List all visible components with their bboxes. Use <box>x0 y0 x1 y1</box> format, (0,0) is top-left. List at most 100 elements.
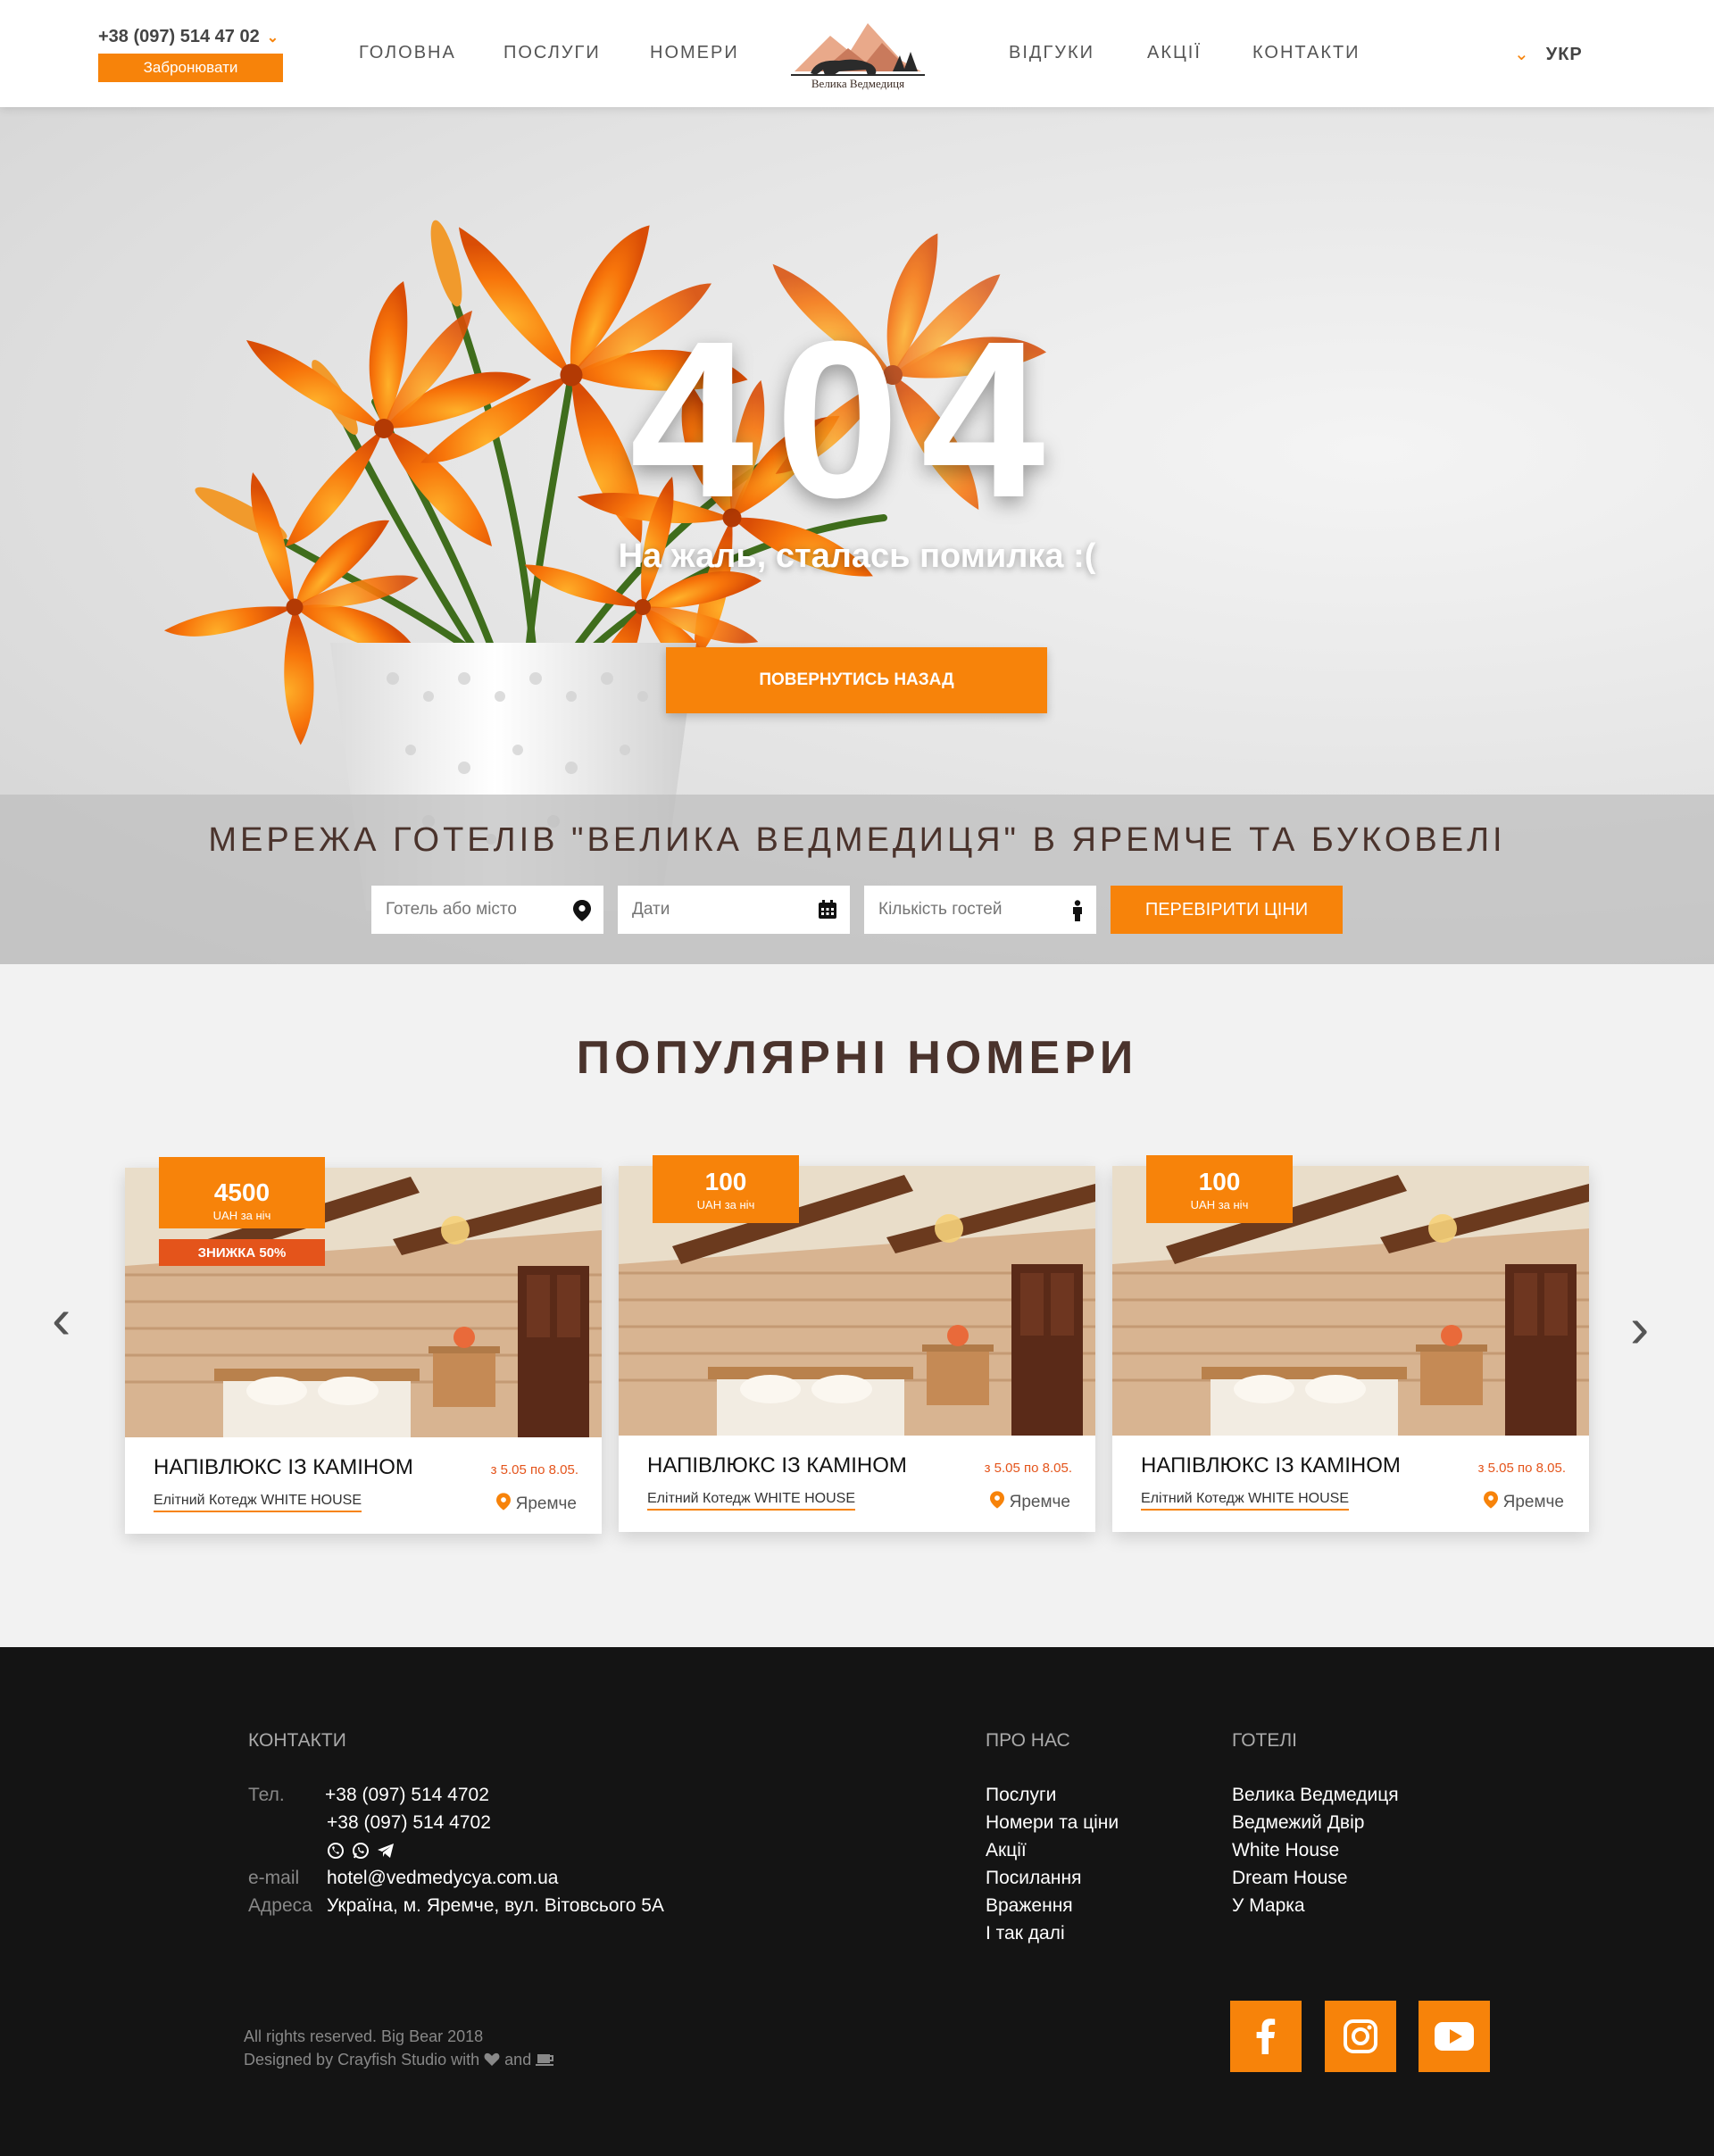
viber-icon[interactable] <box>327 1842 345 1860</box>
footer-hotel-link[interactable]: Ведмежий Двір <box>1232 1812 1364 1834</box>
price-unit: UAH за ніч <box>212 1209 271 1222</box>
heart-icon <box>484 2052 500 2066</box>
about-heading: ПРО НАС <box>986 1730 1070 1751</box>
dates-input[interactable] <box>632 900 811 920</box>
price-unit: UAH за ніч <box>696 1198 755 1211</box>
error-code: 404 <box>629 295 1067 544</box>
tel-label: Тел. <box>248 1785 285 1805</box>
footer-link-more[interactable]: І так далі <box>986 1923 1065 1944</box>
phone-link-1[interactable]: +38 (097) 514 4702 <box>325 1785 489 1806</box>
designed-by: Designed by Crayfish Studio with and <box>244 2051 555 2069</box>
phone-link-2[interactable]: +38 (097) 514 4702 <box>327 1812 491 1834</box>
guests-field <box>864 886 1096 934</box>
email-link[interactable]: hotel@vedmedycya.com.ua <box>327 1868 558 1889</box>
hotels-heading: ГОТЕЛІ <box>1232 1730 1297 1751</box>
chevron-down-icon: ⌄ <box>1514 45 1530 64</box>
room-location: Яремче <box>1483 1491 1564 1512</box>
price-tag: 100 UAH за ніч <box>653 1155 799 1223</box>
room-location: Яремче <box>495 1493 577 1514</box>
instagram-icon <box>1344 2019 1377 2053</box>
nav-services[interactable]: Послуги <box>503 43 601 63</box>
contacts-heading: КОНТАКТИ <box>248 1730 346 1751</box>
price-tag: 4500 UAH за ніч <box>159 1157 325 1228</box>
guests-input[interactable] <box>878 900 1057 920</box>
footer-link-links[interactable]: Посилання <box>986 1868 1082 1889</box>
youtube-button[interactable] <box>1419 2001 1490 2072</box>
carousel-prev-icon[interactable]: ‹ <box>52 1286 71 1352</box>
facebook-button[interactable] <box>1230 2001 1302 2072</box>
footer-link-services[interactable]: Послуги <box>986 1785 1056 1806</box>
price-tag: 100 UAH за ніч <box>1146 1155 1293 1223</box>
instagram-button[interactable] <box>1325 2001 1396 2072</box>
map-pin-icon <box>1483 1491 1498 1509</box>
phone-selector[interactable]: +38 (097) 514 47 02 ⌄ <box>98 27 279 47</box>
carousel-next-icon[interactable]: › <box>1630 1294 1649 1361</box>
calendar-icon <box>819 900 836 919</box>
footer-hotel-link[interactable]: У Марка <box>1232 1895 1305 1917</box>
nav-reviews[interactable]: Відгуки <box>1009 43 1094 63</box>
footer-hotel-link[interactable]: Велика Ведмедиця <box>1232 1785 1399 1806</box>
book-button[interactable]: Забронювати <box>98 54 283 82</box>
footer-hotel-link[interactable]: Dream House <box>1232 1868 1348 1889</box>
footer-link-promotions[interactable]: Акції <box>986 1840 1027 1861</box>
hotel-field <box>371 886 603 934</box>
room-card[interactable]: 100 UAH за ніч НАПІВЛЮКС ІЗ КАМІНОМ з 5.… <box>619 1155 1095 1532</box>
logo-text: Велика Ведмедиця <box>811 77 905 90</box>
error-message: На жаль, сталась помилка :( <box>618 537 1096 575</box>
site-header: +38 (097) 514 47 02 ⌄ Забронювати Головна… <box>0 0 1714 107</box>
map-pin-icon <box>989 1491 1004 1509</box>
messenger-icons <box>327 1842 395 1860</box>
copyright: All rights reserved. Big Bear 2018 <box>244 2027 484 2045</box>
logo[interactable]: Велика Ведмедиця <box>786 16 930 95</box>
city-label: Яремче <box>1009 1493 1070 1511</box>
room-dates: з 5.05 по 8.05. <box>1477 1461 1566 1476</box>
coffee-icon <box>536 2054 554 2066</box>
price-unit: UAH за ніч <box>1190 1198 1249 1211</box>
discount-badge: ЗНИЖКА 50% <box>159 1239 325 1266</box>
address-label: Адреса <box>248 1895 312 1916</box>
price-value: 4500 <box>213 1178 270 1206</box>
network-title: МЕРЕЖА ГОТЕЛІВ "ВЕЛИКА ВЕДМЕДИЦЯ" В ЯРЕМ… <box>208 821 1506 859</box>
facebook-icon <box>1256 2019 1276 2054</box>
nav-rooms[interactable]: Номери <box>650 43 739 63</box>
room-dates: з 5.05 по 8.05. <box>490 1462 578 1478</box>
room-card[interactable]: 4500 UAH за ніч ЗНИЖКА 50% НАПІВЛЮКС ІЗ … <box>125 1157 602 1534</box>
phone-number: +38 (097) 514 47 02 <box>98 27 260 46</box>
nav-promotions[interactable]: Акції <box>1147 43 1202 63</box>
designed-by-text: Designed by Crayfish Studio with <box>244 2051 480 2069</box>
youtube-icon <box>1435 2022 1474 2051</box>
address-value: Україна, м. Яремче, вул. Вітовсього 5А <box>327 1895 664 1916</box>
room-dates: з 5.05 по 8.05. <box>984 1461 1072 1476</box>
footer-link-rooms-prices[interactable]: Номери та ціни <box>986 1812 1119 1834</box>
language-label: УКР <box>1545 45 1583 64</box>
site-footer: КОНТАКТИ Тел. +38 (097) 514 4702 +38 (09… <box>0 1647 1714 2156</box>
room-location: Яремче <box>989 1491 1070 1512</box>
hotel-link[interactable]: Елітний Котедж WHITE HOUSE <box>154 1493 362 1512</box>
price-value: 100 <box>1198 1168 1241 1195</box>
city-label: Яремче <box>1502 1493 1564 1511</box>
go-back-button[interactable]: ПОВЕРНУТИСЬ НАЗАД <box>666 647 1047 713</box>
popular-rooms-title: ПОПУЛЯРНІ НОМЕРИ <box>576 1032 1138 1084</box>
nav-home[interactable]: Головна <box>359 43 456 63</box>
price-value: 100 <box>704 1168 747 1195</box>
check-prices-button[interactable]: ПЕРЕВІРИТИ ЦІНИ <box>1111 886 1343 934</box>
telegram-icon[interactable] <box>377 1842 395 1860</box>
booking-search-bar: МЕРЕЖА ГОТЕЛІВ "ВЕЛИКА ВЕДМЕДИЦЯ" В ЯРЕМ… <box>0 795 1714 964</box>
designed-by-and: and <box>504 2051 532 2069</box>
email-label: e-mail <box>248 1868 300 1888</box>
whatsapp-icon[interactable] <box>352 1842 370 1860</box>
hotel-input[interactable] <box>386 900 564 920</box>
chevron-down-icon: ⌄ <box>266 30 279 46</box>
language-selector[interactable]: ⌄ УКР <box>1514 43 1583 65</box>
nav-contacts[interactable]: Контакти <box>1252 43 1360 63</box>
dates-field <box>618 886 850 934</box>
footer-hotel-link[interactable]: White House <box>1232 1840 1339 1861</box>
hotel-link[interactable]: Елітний Котедж WHITE HOUSE <box>647 1491 855 1511</box>
person-icon <box>1073 900 1082 921</box>
room-name: НАПІВЛЮКС ІЗ КАМІНОМ <box>154 1455 413 1479</box>
hotel-link[interactable]: Елітний Котедж WHITE HOUSE <box>1141 1491 1349 1511</box>
footer-link-impressions[interactable]: Враження <box>986 1895 1073 1917</box>
map-pin-icon <box>495 1493 511 1511</box>
room-card[interactable]: 100 UAH за ніч НАПІВЛЮКС ІЗ КАМІНОМ з 5.… <box>1112 1155 1589 1532</box>
room-name: НАПІВЛЮКС ІЗ КАМІНОМ <box>1141 1453 1401 1478</box>
